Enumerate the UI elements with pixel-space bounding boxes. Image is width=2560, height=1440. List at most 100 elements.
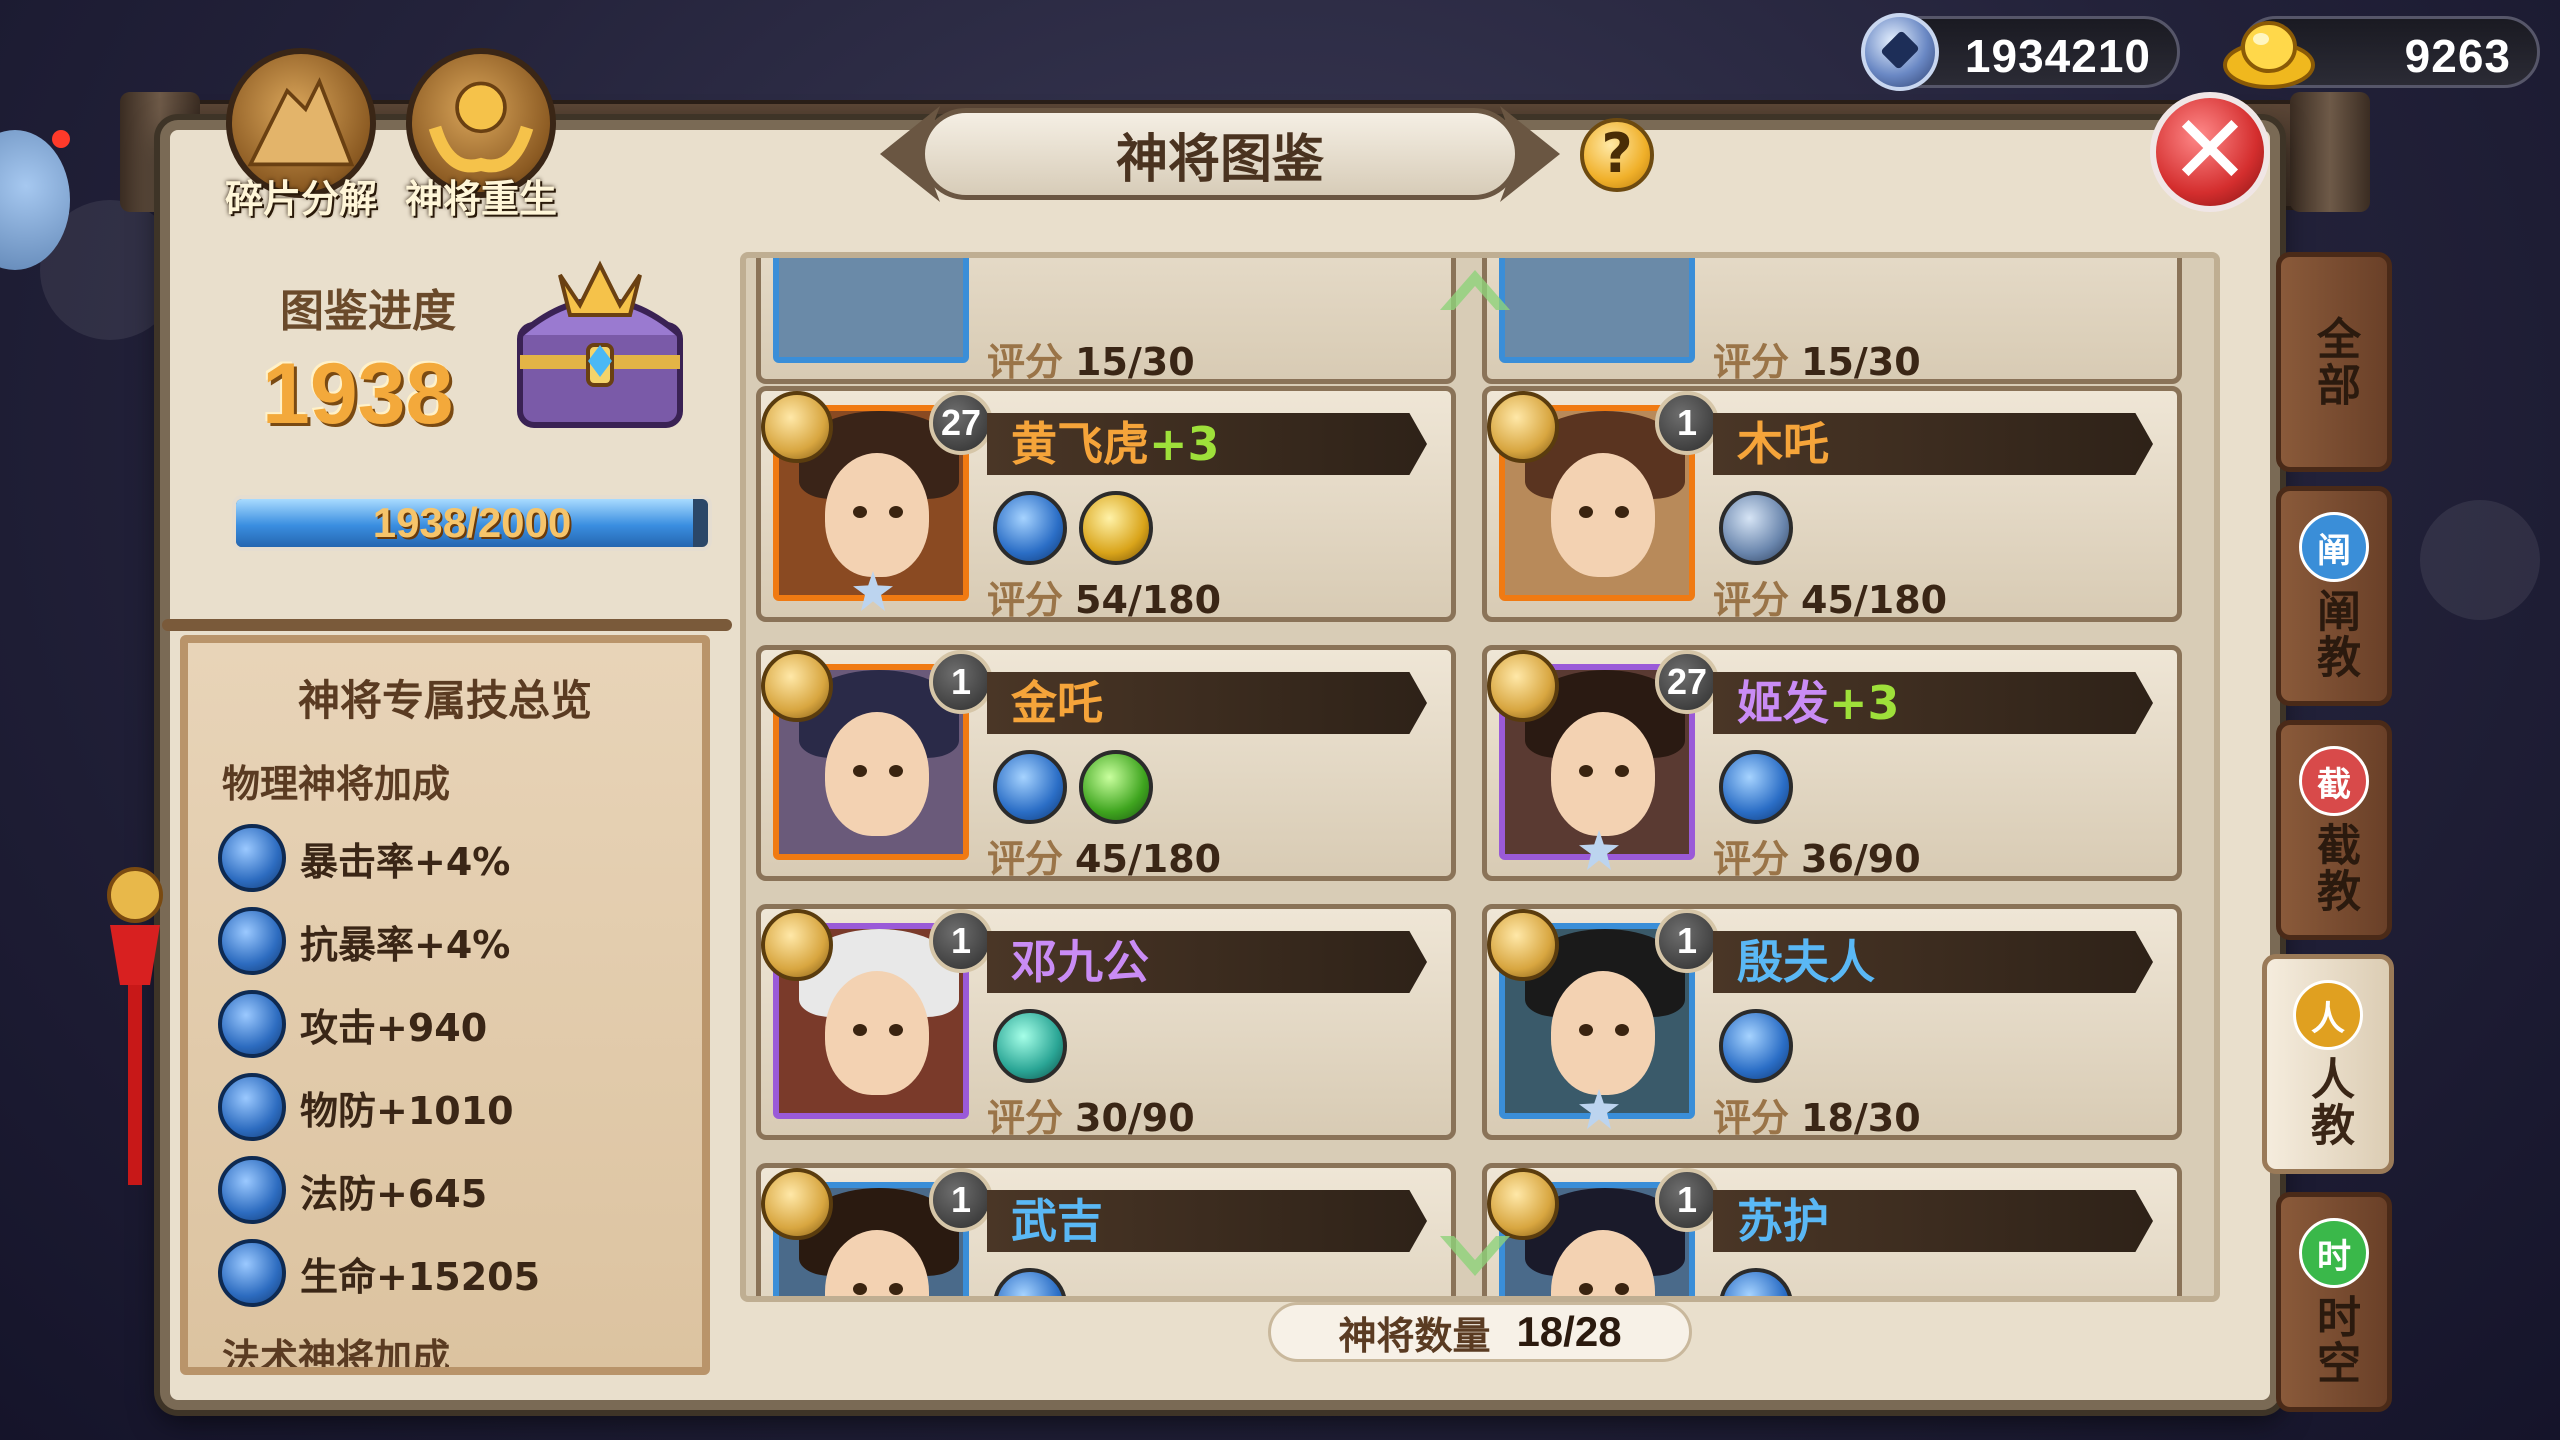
faction-icon: 人 (2293, 980, 2363, 1050)
bonus-overview-title: 神将专属技总览 (297, 676, 592, 725)
gold-currency: 9263 (2223, 16, 2540, 89)
bonus-overview-scroll[interactable]: 神将专属技总览 物理神将加成 暴击率+4% 抗暴率+4% 攻击+940 物防+1… (180, 635, 710, 1375)
faction-icon: 时 (2299, 1218, 2369, 1288)
staff-role-icon (1487, 909, 1559, 981)
hero-score: 评分 15/30 (987, 340, 1195, 384)
diamond-currency: 1934210 (1861, 13, 2180, 91)
hero-name: 苏护 (1737, 1194, 1829, 1248)
steel-skill-icon[interactable] (1719, 491, 1793, 565)
red-tassel-icon (107, 867, 163, 1185)
bonus-item: 生命+15205 (218, 1238, 540, 1308)
hero-count-label: 神将数量 (1338, 1313, 1491, 1358)
hero-level-badge: 27 (929, 391, 993, 455)
sword-role-icon (761, 909, 833, 981)
tab-label: 时空 (2309, 1294, 2360, 1386)
hero-card[interactable]: 1 邓九公评分 30/90 (756, 904, 1456, 1140)
collection-points: 1938 (262, 346, 454, 442)
hero-level-badge: 27 (1655, 650, 1719, 714)
hero-portrait (1499, 258, 1695, 363)
hero-card[interactable]: 1 武吉 (756, 1163, 1456, 1296)
blue-skill-icon[interactable] (993, 1268, 1067, 1296)
collection-progress-label: 图鉴进度 (280, 286, 456, 337)
hero-score: 评分 36/90 (1713, 837, 1921, 881)
bonus-item: 攻击+940 (218, 989, 487, 1059)
blue-skill-icon[interactable] (993, 491, 1067, 565)
hero-score: 评分 30/90 (987, 1096, 1195, 1140)
sword-role-icon (761, 1168, 833, 1240)
hero-score: 评分 18/30 (1713, 1096, 1921, 1140)
tab-0[interactable]: 全部 (2276, 252, 2392, 472)
faction-icon: 截 (2299, 746, 2369, 816)
tab-label: 人教 (2303, 1056, 2354, 1148)
hero-card[interactable]: 评分 15/30 (1482, 258, 2182, 384)
scroll-rod (162, 619, 732, 631)
hero-score: 评分 45/180 (1713, 578, 1948, 622)
close-button[interactable]: ✕ (2150, 92, 2270, 212)
hero-count-value: 18/28 (1516, 1308, 1622, 1355)
gold-ingot-icon (2223, 21, 2315, 89)
green-skill-icon[interactable] (1079, 750, 1153, 824)
treasure-chest-icon[interactable] (500, 245, 700, 445)
crit-icon (218, 824, 286, 892)
background-glow (2420, 500, 2540, 620)
hero-name: 姬发+3 (1737, 676, 1900, 730)
bonus-item: 物防+1010 (218, 1072, 514, 1142)
hero-name: 邓九公 (1011, 935, 1149, 989)
collection-panel: 图鉴进度 1938 1938/2000 神将专属技总览 物理神将加成 暴击率+4… (107, 215, 740, 1375)
attack-icon (218, 990, 286, 1058)
tab-2[interactable]: 截截教 (2276, 720, 2392, 940)
blue-skill-icon[interactable] (993, 750, 1067, 824)
magic-defense-icon (218, 1156, 286, 1224)
tab-label: 阐教 (2309, 588, 2360, 680)
hero-level-badge: 1 (929, 1168, 993, 1232)
shield-role-icon (1487, 650, 1559, 722)
physical-bonus-heading: 物理神将加成 (222, 762, 451, 806)
hero-count-bar: 神将数量 18/28 (1268, 1302, 1692, 1362)
hero-card[interactable]: 27 黄飞虎+3 评分 54/180 (756, 386, 1456, 622)
gold-skill-icon[interactable] (1079, 491, 1153, 565)
hero-level-badge: 1 (929, 650, 993, 714)
hero-card[interactable]: 27 姬发+3 评分 36/90 (1482, 645, 2182, 881)
hero-card-grid[interactable]: 评分 15/30 评分 15/30 27 黄飞虎+3 评分 54/180 1 木吒 评分 45/1… (740, 252, 2220, 1302)
health-icon (218, 1239, 286, 1307)
collection-progress-bar: 1938/2000 (232, 495, 712, 551)
hero-score: 评分 15/30 (1713, 340, 1921, 384)
hero-card[interactable]: 1 木吒评分 45/180 (1482, 386, 2182, 622)
hero-card[interactable]: 1 殷夫人评分 18/30 (1482, 904, 2182, 1140)
hero-level-badge: 1 (929, 909, 993, 973)
blue-skill-icon[interactable] (1719, 1009, 1793, 1083)
hero-level-badge: 1 (1655, 391, 1719, 455)
hero-card[interactable]: 1 苏护 (1482, 1163, 2182, 1296)
hero-portrait (773, 258, 969, 363)
sword-role-icon (1487, 391, 1559, 463)
bonus-item: 抗暴率+4% (218, 906, 510, 976)
tab-label: 截教 (2309, 822, 2360, 914)
bonus-item: 暴击率+4% (218, 823, 510, 893)
hero-card[interactable]: 1 金吒评分 45/180 (756, 645, 1456, 881)
gold-amount: 9263 (2404, 30, 2511, 82)
magic-bonus-heading: 法术神将加成 (222, 1336, 451, 1367)
help-button[interactable]: ? (1580, 118, 1654, 192)
hero-level-badge: 1 (1655, 909, 1719, 973)
diamond-amount: 1934210 (1964, 30, 2151, 82)
anti-crit-icon (218, 907, 286, 975)
tab-4[interactable]: 时时空 (2276, 1192, 2392, 1412)
diamond-icon (1861, 13, 1939, 91)
tab-1[interactable]: 阐阐教 (2276, 486, 2392, 706)
shield-role-icon (761, 391, 833, 463)
hero-name: 金吒 (1011, 676, 1103, 730)
teal-skill-icon[interactable] (993, 1009, 1067, 1083)
frame-pillar-right (2290, 92, 2370, 212)
hero-level-badge: 1 (1655, 1168, 1719, 1232)
hero-name: 殷夫人 (1737, 935, 1875, 989)
hero-name: 黄飞虎+3 (1011, 417, 1220, 471)
hero-card[interactable]: 评分 15/30 (756, 258, 1456, 384)
blue-skill-icon[interactable] (1719, 750, 1793, 824)
hero-name: 木吒 (1737, 417, 1829, 471)
hero-score: 评分 45/180 (987, 837, 1222, 881)
sword-role-icon (1487, 1168, 1559, 1240)
tab-label: 全部 (2309, 316, 2360, 408)
blue-skill-icon[interactable] (1719, 1268, 1793, 1296)
tab-3[interactable]: 人人教 (2262, 954, 2394, 1174)
staff-role-icon (761, 650, 833, 722)
